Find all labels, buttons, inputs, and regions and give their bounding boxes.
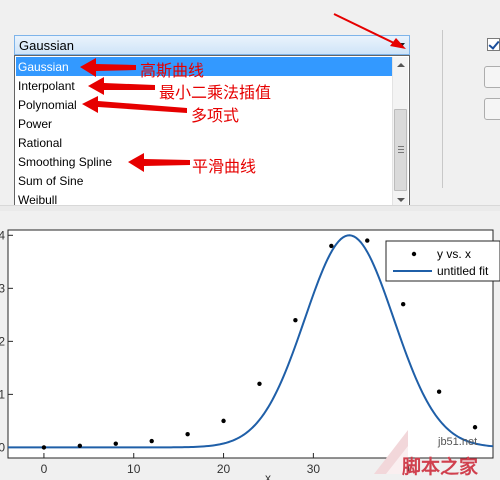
arrowhead-dropdown	[390, 38, 406, 49]
annotation-interpolant: 最小二乘法插值	[159, 83, 272, 102]
data-point	[329, 243, 334, 249]
legend[interactable]: y vs. x untitled fit	[385, 240, 500, 282]
x-axis-label: x	[265, 471, 271, 480]
legend-label-fit: untitled fit	[437, 264, 489, 278]
legend-label-points: y vs. x	[437, 247, 471, 261]
data-point	[400, 302, 406, 307]
data-point	[257, 381, 262, 386]
data-point	[113, 441, 118, 446]
watermark-url: jb51.net	[438, 436, 478, 448]
y-tick-label: 4	[0, 228, 5, 242]
x-tick-label: 30	[307, 462, 321, 476]
fit-plot: 01020304001234 y vs. x untitled fit x	[0, 228, 500, 480]
annotation-gaussian: 高斯曲线	[140, 61, 205, 80]
data-point	[365, 238, 370, 243]
data-point	[41, 445, 47, 450]
data-point	[77, 443, 83, 449]
arrow-smoothing-spline	[128, 153, 190, 172]
y-tick-label: 2	[0, 334, 5, 348]
legend-marker-points	[411, 251, 417, 257]
data-point	[185, 431, 190, 437]
data-point	[149, 438, 154, 444]
x-tick-label: 0	[41, 462, 48, 476]
y-tick-label: 1	[0, 387, 5, 401]
x-tick-label: 10	[127, 462, 141, 476]
data-point	[436, 389, 442, 394]
arrow-to-dropdown	[333, 13, 397, 45]
y-tick-label: 3	[0, 281, 5, 295]
annotation-polynomial: 多项式	[191, 106, 240, 125]
data-point	[293, 317, 298, 323]
annotation-smoothing-spline: 平滑曲线	[192, 157, 257, 176]
y-tick-label: 0	[0, 440, 5, 454]
arrow-gaussian	[80, 58, 136, 77]
data-point	[221, 418, 226, 424]
x-tick-label: 20	[217, 462, 231, 476]
data-point	[472, 425, 478, 430]
watermark-brand: 脚本之家	[402, 456, 479, 478]
